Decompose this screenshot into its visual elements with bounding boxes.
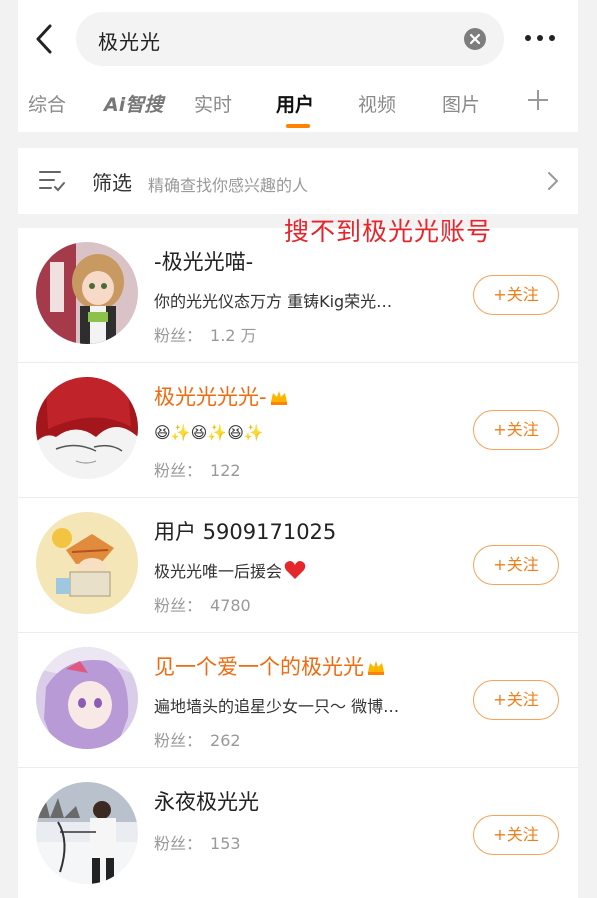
fans-count: 粉丝： 4780: [154, 596, 251, 615]
user-name[interactable]: -极光光喵-: [154, 246, 253, 276]
tab-realtime[interactable]: 实时: [194, 90, 232, 117]
user-row[interactable]: -极光光喵- 你的光光仪态万方 重铸Kig荣光… 粉丝： 1.2 万 +关注: [18, 228, 578, 363]
tab-users[interactable]: 用户: [276, 90, 314, 117]
user-name[interactable]: 用户 5909171025: [154, 516, 336, 546]
fans-count: 粉丝： 1.2 万: [154, 326, 257, 345]
ai-logo-icon: Ai: [104, 94, 126, 116]
tab-video[interactable]: 视频: [358, 90, 396, 117]
filter-title: 筛选: [92, 171, 132, 195]
tab-ai-search[interactable]: Ai智搜: [104, 90, 163, 117]
chevron-right-icon: [546, 170, 560, 192]
search-header: 极光光: [18, 0, 578, 78]
page: 极光光 综合 Ai智搜 实时 用户 视频 图片 筛选 精确查找你感兴趣的人 搜不…: [18, 0, 578, 898]
user-list: -极光光喵- 你的光光仪态万方 重铸Kig荣光… 粉丝： 1.2 万 +关注 极光…: [18, 228, 578, 898]
user-name[interactable]: 极光光光光-: [154, 381, 289, 411]
user-bio: 极光光唯一后援会: [154, 558, 454, 582]
fans-count: 粉丝： 122: [154, 461, 241, 480]
fans-count: 粉丝： 262: [154, 731, 241, 750]
divider: [18, 132, 578, 148]
red-hair-avatar[interactable]: [36, 377, 138, 479]
user-bio: 遍地墙头的追星少女一只～ 微博…: [154, 697, 400, 716]
search-query: 极光光: [98, 30, 161, 54]
heart-icon: [284, 560, 306, 580]
filter-icon: [38, 168, 66, 194]
user-row[interactable]: 用户 5909171025 极光光唯一后援会 粉丝： 4780 +关注: [18, 498, 578, 633]
search-input[interactable]: 极光光: [76, 12, 504, 66]
follow-button[interactable]: +关注: [473, 680, 559, 720]
vip-crown-icon: [366, 657, 386, 675]
back-icon[interactable]: [32, 22, 56, 56]
purple-hair-avatar[interactable]: [36, 647, 138, 749]
more-icon[interactable]: [522, 28, 558, 48]
active-tab-indicator: [286, 124, 310, 128]
filter-bar[interactable]: 筛选 精确查找你感兴趣的人: [18, 148, 578, 214]
user-name[interactable]: 见一个爱一个的极光光: [154, 651, 386, 681]
user-name[interactable]: 永夜极光光: [154, 786, 259, 816]
user-row[interactable]: 见一个爱一个的极光光 遍地墙头的追星少女一只～ 微博… 粉丝： 262 +关注: [18, 633, 578, 768]
anime-girl-avatar[interactable]: [36, 242, 138, 344]
clear-icon[interactable]: [464, 28, 486, 50]
fans-count: 粉丝： 153: [154, 834, 241, 853]
tab-images[interactable]: 图片: [442, 90, 480, 117]
red-annotation: 搜不到极光光账号: [284, 217, 493, 246]
user-row[interactable]: 极光光光光- 😆✨😆✨😆✨ 粉丝： 122 +关注: [18, 363, 578, 498]
user-bio: 😆✨😆✨😆✨: [154, 423, 264, 442]
user-bio: 你的光光仪态万方 重铸Kig荣光…: [154, 292, 393, 311]
tab-comprehensive[interactable]: 综合: [28, 90, 66, 117]
user-row[interactable]: 永夜极光光 粉丝： 153 +关注: [18, 768, 578, 898]
follow-button[interactable]: +关注: [473, 815, 559, 855]
vip-crown-icon: [269, 387, 289, 405]
follow-button[interactable]: +关注: [473, 410, 559, 450]
add-tab-icon[interactable]: [526, 88, 550, 112]
cartoon-avatar[interactable]: [36, 512, 138, 614]
filter-subtitle: 精确查找你感兴趣的人: [148, 176, 309, 195]
snow-photo-avatar[interactable]: [36, 782, 138, 884]
follow-button[interactable]: +关注: [473, 545, 559, 585]
tab-bar: 综合 Ai智搜 实时 用户 视频 图片: [18, 78, 578, 132]
follow-button[interactable]: +关注: [473, 275, 559, 315]
